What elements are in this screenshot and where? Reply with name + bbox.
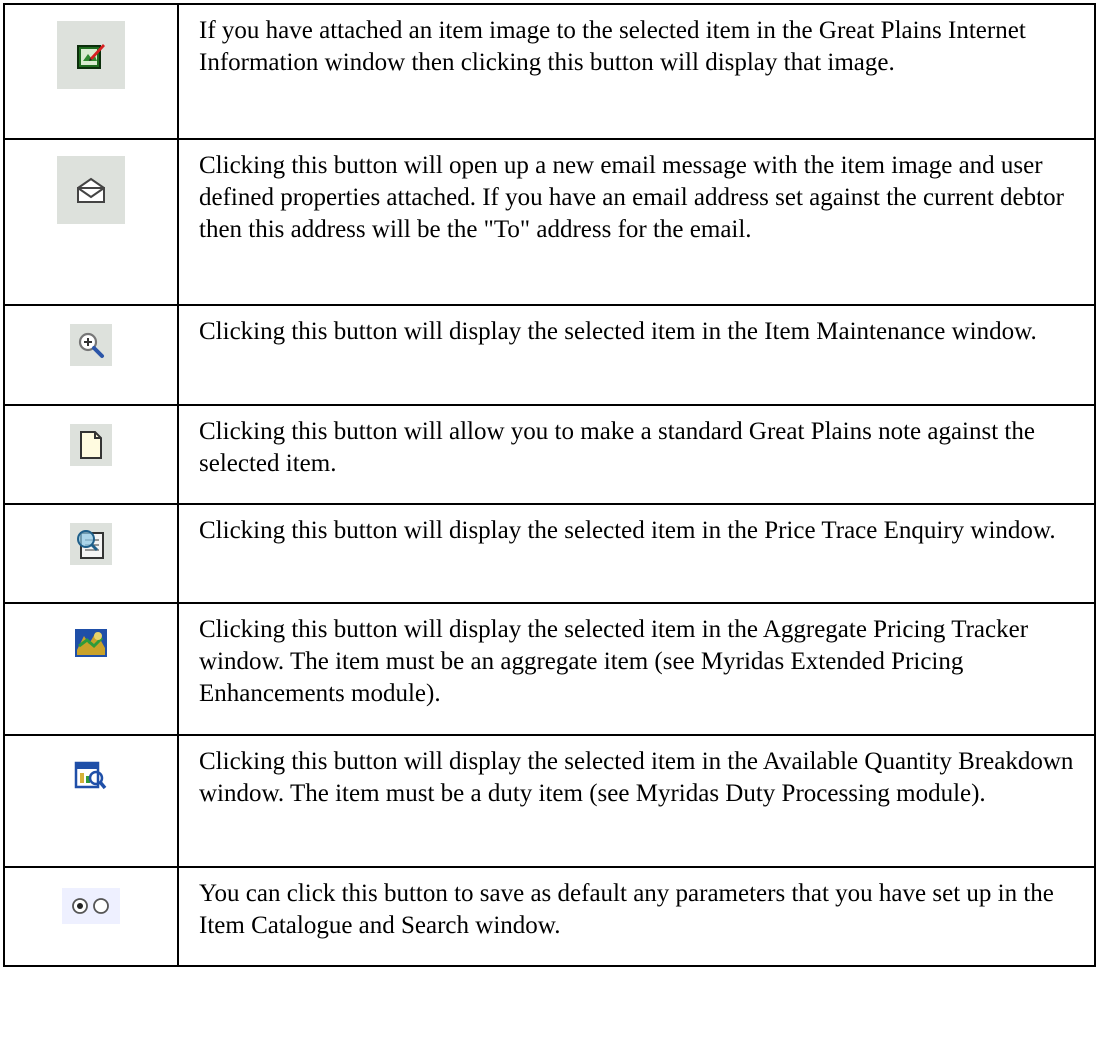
table-row: Clicking this button will display the se…: [3, 503, 1096, 604]
table-row: Clicking this button will display the se…: [3, 734, 1096, 868]
table-row: If you have attached an item image to th…: [3, 3, 1096, 140]
table-row: You can click this button to save as def…: [3, 866, 1096, 967]
icon-cell: [3, 734, 179, 868]
quantity-breakdown-icon[interactable]: [70, 754, 112, 796]
table-row: Clicking this button will open up a new …: [3, 138, 1096, 306]
save-defaults-radio-icon[interactable]: [62, 888, 120, 924]
icon-cell: [3, 138, 179, 306]
icon-cell: [3, 3, 179, 140]
row-description: Clicking this button will display the se…: [177, 304, 1096, 406]
icon-cell: [3, 503, 179, 604]
item-image-icon[interactable]: [57, 21, 125, 89]
row-description: If you have attached an item image to th…: [177, 3, 1096, 140]
row-description: Clicking this button will display the se…: [177, 503, 1096, 604]
note-icon[interactable]: [70, 424, 112, 466]
row-description: Clicking this button will display the se…: [177, 602, 1096, 736]
row-description: Clicking this button will display the se…: [177, 734, 1096, 868]
table-row: Clicking this button will display the se…: [3, 304, 1096, 406]
icon-cell: [3, 602, 179, 736]
row-description: Clicking this button will allow you to m…: [177, 404, 1096, 505]
email-envelope-icon[interactable]: [57, 156, 125, 224]
row-description: You can click this button to save as def…: [177, 866, 1096, 967]
icon-cell: [3, 866, 179, 967]
row-description: Clicking this button will open up a new …: [177, 138, 1096, 306]
zoom-magnifier-icon[interactable]: [70, 324, 112, 366]
aggregate-pricing-icon[interactable]: [70, 622, 112, 664]
button-description-table: If you have attached an item image to th…: [3, 3, 1096, 967]
table-row: Clicking this button will display the se…: [3, 602, 1096, 736]
icon-cell: [3, 304, 179, 406]
icon-cell: [3, 404, 179, 505]
table-row: Clicking this button will allow you to m…: [3, 404, 1096, 505]
price-trace-icon[interactable]: [70, 523, 112, 565]
